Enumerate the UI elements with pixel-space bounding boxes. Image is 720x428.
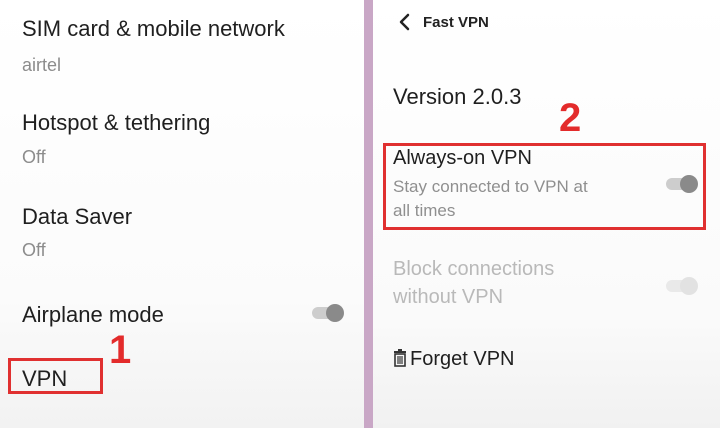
always-on-vpn-item[interactable]: Always-on VPN Stay connected to VPN at a… [383, 143, 706, 230]
always-on-toggle[interactable] [666, 175, 698, 193]
always-on-subtitle-line2: all times [393, 201, 456, 220]
block-connections-item[interactable]: Block connections without VPN [373, 252, 720, 314]
vpn-settings-panel: Fast VPN Version 2.0.3 2 Always-on VPN S… [373, 0, 720, 428]
vpn-item[interactable]: VPN [22, 366, 67, 392]
panel-divider [364, 0, 373, 428]
block-connections-toggle[interactable] [666, 277, 698, 295]
trash-icon [394, 349, 406, 367]
forget-vpn-button[interactable]: Forget VPN [393, 348, 514, 371]
sim-network-title: SIM card & mobile network [22, 16, 285, 41]
step-2-label: 2 [559, 96, 582, 140]
hotspot-subtitle: Off [22, 147, 46, 167]
hotspot-title: Hotspot & tethering [22, 110, 211, 135]
version-text: Version 2.0.3 [393, 84, 522, 109]
hotspot-item[interactable]: Hotspot & tethering Off [0, 100, 364, 178]
data-saver-item[interactable]: Data Saver Off [0, 192, 364, 270]
forget-vpn-label: Forget VPN [410, 348, 515, 370]
chevron-left-icon[interactable] [394, 11, 416, 33]
always-on-title: Always-on VPN [393, 147, 532, 169]
block-connections-title-line1: Block connections [393, 258, 555, 280]
data-saver-subtitle: Off [22, 240, 46, 260]
sim-network-item[interactable]: SIM card & mobile network airtel [0, 0, 364, 84]
always-on-subtitle-line1: Stay connected to VPN at [393, 177, 588, 196]
airplane-mode-toggle[interactable] [312, 304, 344, 322]
sim-network-subtitle: airtel [22, 55, 62, 75]
step-1-label: 1 [109, 328, 132, 372]
airplane-mode-title: Airplane mode [22, 302, 164, 327]
app-title: Fast VPN [423, 14, 489, 31]
data-saver-title: Data Saver [22, 204, 133, 229]
airplane-mode-item[interactable]: Airplane mode [0, 292, 364, 336]
settings-panel: SIM card & mobile network airtel Hotspot… [0, 0, 364, 428]
block-connections-title-line2: without VPN [393, 286, 504, 308]
